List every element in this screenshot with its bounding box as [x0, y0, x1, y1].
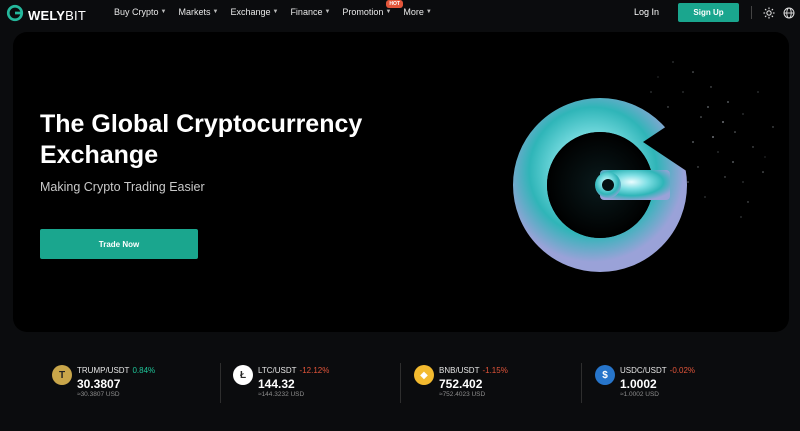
ticker-pair: USDC/USDT -0.02%: [620, 366, 696, 375]
ticker-pair: BNB/USDT -1.15%: [439, 366, 508, 375]
brand-name: WELYBIT: [28, 8, 86, 23]
ticker-change: -0.02%: [669, 366, 696, 375]
ticker-price: 1.0002: [620, 377, 657, 391]
ticker-price: 30.3807: [77, 377, 121, 391]
menu-finance[interactable]: Finance ▼: [290, 7, 330, 17]
main-menu: Buy Crypto ▼ Markets ▼ Exchange ▼ Finance ▼ …: [114, 0, 432, 17]
hero-logo-artwork: [513, 61, 774, 272]
menu-buy-crypto[interactable]: Buy Crypto ▼: [114, 7, 166, 17]
usdc-icon: $: [595, 365, 615, 385]
ticker-price: 144.32: [258, 377, 295, 391]
bnb-icon: ◆: [414, 365, 434, 385]
nav-divider: [751, 6, 752, 19]
ticker-price: 752.402: [439, 377, 483, 391]
caret-down-icon: ▼: [425, 9, 432, 15]
caret-down-icon: ▼: [160, 9, 167, 15]
ticker-usd-value: ≈30.3807 USD: [77, 391, 120, 398]
ticker-divider: [220, 363, 221, 403]
top-navbar: WELYBIT Buy Crypto ▼ Markets ▼ Exchange ▼ F…: [0, 0, 800, 26]
ticker-pair: LTC/USDT -12.12%: [258, 366, 330, 375]
ticker-divider: [581, 363, 582, 403]
ticker-usd-value: ≈1.0002 USD: [620, 391, 659, 398]
menu-promotion[interactable]: Promotion ▼ HOT: [342, 0, 403, 17]
ticker-change: 0.84%: [132, 366, 156, 375]
menu-label: Markets: [178, 7, 211, 17]
menu-more[interactable]: More ▼: [403, 7, 431, 17]
litecoin-icon: Ł: [233, 365, 253, 385]
menu-label: Buy Crypto: [114, 7, 159, 17]
menu-exchange[interactable]: Exchange ▼: [230, 7, 278, 17]
ticker-divider: [400, 363, 401, 403]
sun-icon[interactable]: [762, 6, 775, 19]
caret-down-icon: ▼: [324, 9, 331, 15]
hero-banner: The Global Cryptocurrency Exchange Makin…: [13, 32, 789, 332]
hero-title: The Global Cryptocurrency Exchange: [40, 110, 363, 169]
globe-icon[interactable]: [782, 6, 795, 19]
menu-markets[interactable]: Markets ▼: [178, 7, 218, 17]
caret-down-icon: ▼: [385, 9, 392, 15]
menu-label: More: [403, 7, 424, 17]
ticker-strip: T TRUMP/USDT 0.84% 30.3807 ≈30.3807 USD Ł…: [0, 355, 800, 405]
login-link[interactable]: Log In: [634, 7, 659, 17]
hero-subtitle: Making Crypto Trading Easier: [40, 180, 205, 194]
trade-now-button[interactable]: Trade Now: [40, 229, 198, 259]
ticker-usd-value: ≈752.4023 USD: [439, 391, 486, 398]
ticker-pair: TRUMP/USDT 0.84%: [77, 366, 156, 375]
caret-down-icon: ▼: [212, 9, 219, 15]
brand-logo[interactable]: WELYBIT: [6, 4, 86, 27]
welybit-logo-icon: [6, 4, 24, 27]
trump-coin-icon: T: [52, 365, 72, 385]
hot-badge: HOT: [386, 0, 403, 8]
menu-label: Finance: [290, 7, 323, 17]
signup-button[interactable]: Sign Up: [678, 3, 739, 22]
ticker-change: -12.12%: [299, 366, 330, 375]
caret-down-icon: ▼: [272, 9, 279, 15]
menu-label: Exchange: [230, 7, 271, 17]
ticker-change: -1.15%: [482, 366, 508, 375]
ticker-usd-value: ≈144.3232 USD: [258, 391, 305, 398]
menu-label: Promotion: [342, 7, 384, 17]
